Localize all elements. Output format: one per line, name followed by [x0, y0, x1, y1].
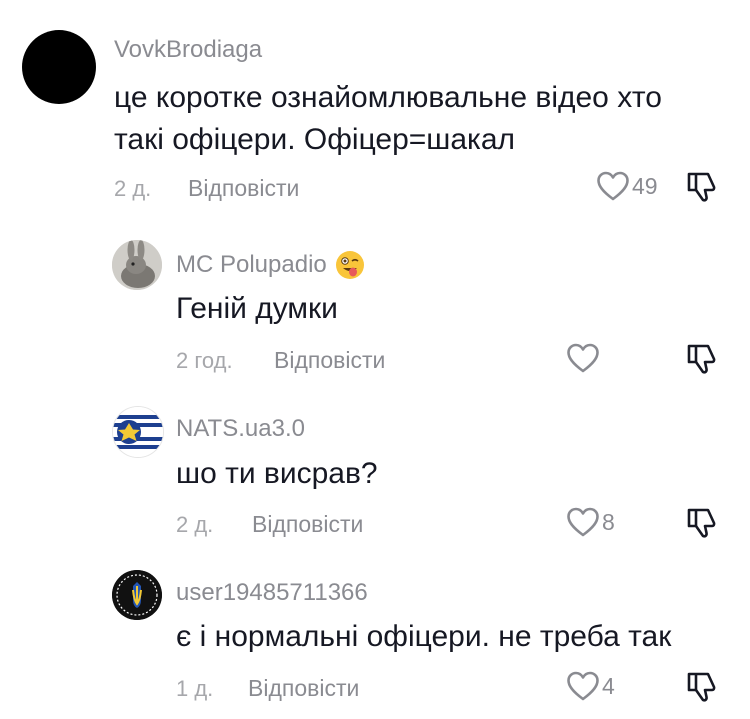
comment-text: це коротке ознайомлювальне відео хто так… — [114, 77, 662, 161]
like-count: 8 — [602, 508, 615, 535]
comment-time: 1 д. — [176, 676, 214, 701]
like-button[interactable] — [566, 342, 602, 374]
avatar[interactable] — [22, 30, 96, 104]
comment-text: шо ти висрав? — [176, 453, 378, 495]
like-count: 4 — [602, 672, 615, 699]
username-text: VovkBrodiaga — [114, 36, 263, 63]
winking-face-tongue-emoji-icon — [335, 251, 364, 279]
trident-emblem-avatar-icon — [112, 570, 162, 620]
reply-button[interactable]: Відповісти — [248, 675, 359, 702]
heart-icon — [567, 507, 599, 537]
comment-text-line: такі офіцери. Офіцер=шакал — [114, 123, 516, 156]
thumbs-down-icon — [687, 172, 716, 202]
dislike-button[interactable] — [686, 506, 718, 545]
avatar[interactable] — [112, 406, 164, 458]
comment-username[interactable]: MC Polupadio — [176, 250, 365, 280]
avatar[interactable] — [112, 240, 162, 290]
username-text: MC Polupadio — [176, 251, 327, 278]
heart-icon — [597, 171, 629, 201]
thumbs-down-icon — [687, 672, 716, 702]
like-button[interactable]: 8 — [566, 506, 615, 538]
comment-text-line: це коротке ознайомлювальне відео хто — [114, 81, 662, 114]
heart-icon — [567, 343, 599, 373]
username-text: user19485711366 — [176, 579, 368, 606]
thumbs-down-icon — [687, 344, 716, 374]
star-flag-avatar-icon — [113, 407, 163, 457]
reply-button[interactable]: Відповісти — [252, 511, 363, 538]
comment-text-line: Геній думки — [176, 292, 338, 325]
heart-icon — [567, 671, 599, 701]
comment-time: 2 год. — [176, 348, 233, 373]
dislike-button[interactable] — [686, 670, 718, 709]
comment-time: 2 д. — [176, 512, 214, 537]
username-text: NATS.ua3.0 — [176, 415, 305, 442]
like-count: 49 — [632, 172, 658, 199]
dislike-button[interactable] — [686, 342, 718, 381]
comment-username[interactable]: VovkBrodiaga — [114, 36, 262, 64]
reply-button[interactable]: Відповісти — [188, 175, 299, 202]
comment-time: 2 д. — [114, 176, 152, 201]
dislike-button[interactable] — [686, 170, 718, 209]
avatar[interactable] — [112, 570, 162, 620]
thumbs-down-icon — [687, 508, 716, 538]
like-button[interactable]: 4 — [566, 670, 615, 702]
comment-username[interactable]: NATS.ua3.0 — [176, 415, 305, 443]
like-button[interactable]: 49 — [596, 170, 658, 202]
rabbit-photo-avatar-icon — [112, 240, 162, 290]
comment-text: Геній думки — [176, 288, 338, 330]
comment-text-line: є і нормальні офіцери. не треба так — [176, 620, 672, 653]
comment-text: є і нормальні офіцери. не треба так — [176, 616, 671, 658]
comment-text-line: шо ти висрав? — [176, 457, 378, 490]
comment-username[interactable]: user19485711366 — [176, 579, 368, 607]
reply-button[interactable]: Відповісти — [274, 347, 385, 374]
